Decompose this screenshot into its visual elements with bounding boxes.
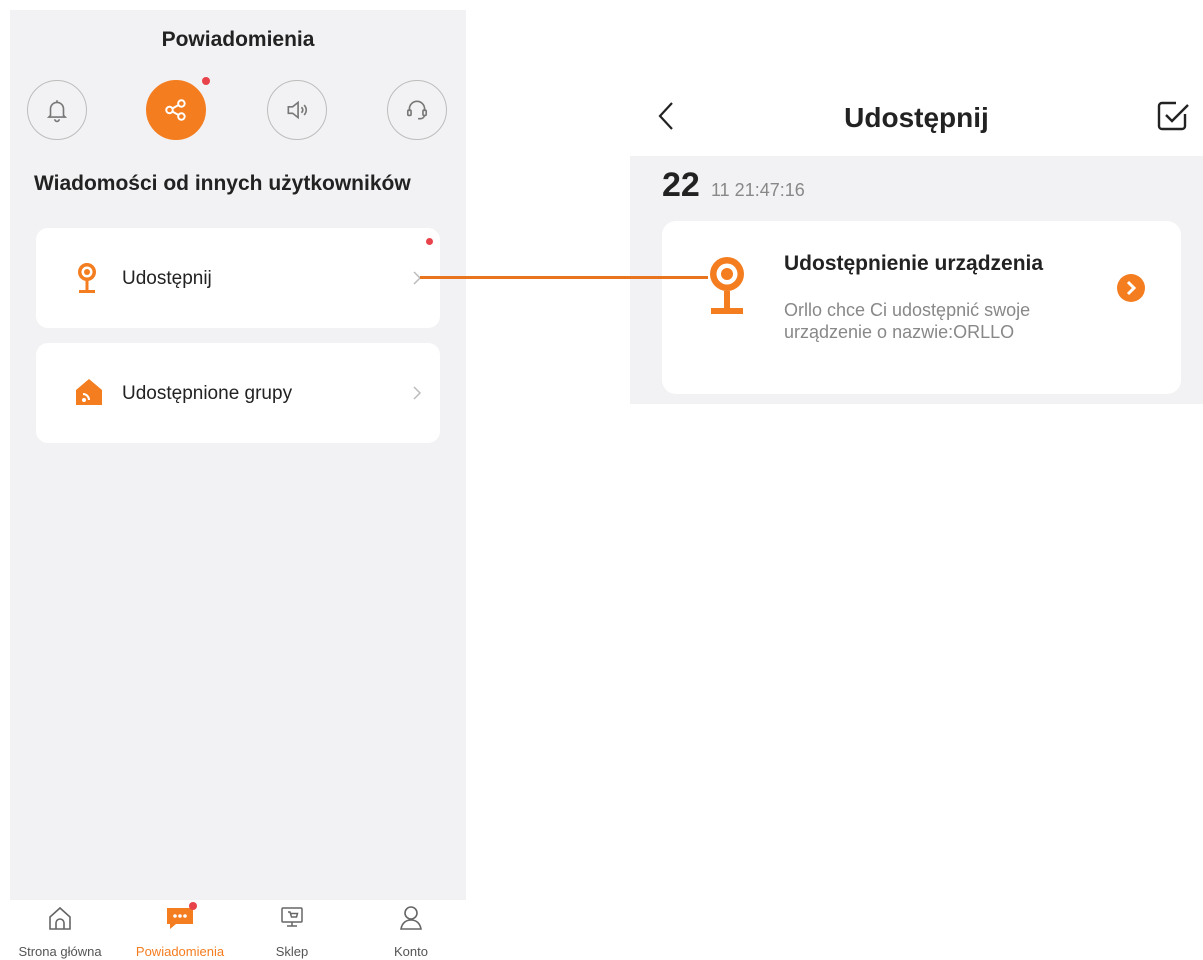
page-title: Udostępnij <box>844 102 989 133</box>
date-day: 22 <box>662 166 700 204</box>
date-time: 11 21:47:16 <box>711 180 805 200</box>
tab-store[interactable]: Sklep <box>232 900 352 960</box>
user-icon <box>400 906 422 930</box>
store-icon <box>281 907 303 927</box>
share-list: 22 11 21:47:16 Udostępnienie urządzenia … <box>630 156 1203 404</box>
tab-label: Strona główna <box>18 944 102 959</box>
tab-badge <box>189 902 197 910</box>
share-badge <box>202 77 210 85</box>
menu-item-share[interactable]: Udostępnij <box>36 228 440 328</box>
headset-icon <box>406 100 428 120</box>
share-icon <box>165 99 186 121</box>
tab-notifications[interactable]: Powiadomienia <box>120 900 240 960</box>
select-all-icon[interactable] <box>1155 98 1191 134</box>
tab-account[interactable]: Konto <box>351 900 471 960</box>
chevron-right-icon <box>413 386 422 400</box>
home-icon <box>49 906 71 930</box>
menu-item-label: Udostępnione grupy <box>122 383 293 404</box>
share-notification-card[interactable]: Udostępnienie urządzenia Orllo chce Ci u… <box>662 221 1181 394</box>
notification-title: Udostępnienie urządzenia <box>784 252 1044 275</box>
notifications-screen: Powiadomienia Wiadomości od innych użytk… <box>10 10 466 900</box>
speaker-icon <box>287 100 308 120</box>
tab-label: Konto <box>394 944 428 959</box>
share-category-button[interactable] <box>146 80 206 140</box>
speaker-category-button[interactable] <box>267 80 327 140</box>
bell-category-button[interactable] <box>27 80 87 140</box>
tab-label: Powiadomienia <box>135 944 225 959</box>
open-arrow-icon[interactable] <box>1116 273 1146 303</box>
tab-home[interactable]: Strona główna <box>0 900 120 960</box>
notification-body: Orllo chce Ci udostępnić swoje urządzeni… <box>784 300 1031 342</box>
bottom-tab-bar: Strona główna Powiadomienia Sklep Konto <box>0 900 470 960</box>
menu-item-shared-groups[interactable]: Udostępnione grupy <box>36 343 440 443</box>
section-title: Wiadomości od innych użytkowników <box>34 172 411 195</box>
share-header: Udostępnij <box>630 80 1203 156</box>
page-title: Powiadomienia <box>161 28 315 51</box>
camera-icon <box>710 257 744 314</box>
item-badge <box>426 238 433 245</box>
bell-icon <box>46 100 68 123</box>
tab-label: Sklep <box>275 944 309 959</box>
support-category-button[interactable] <box>387 80 447 140</box>
menu-item-label: Udostępnij <box>122 268 212 289</box>
connector-line <box>420 276 708 279</box>
camera-icon <box>78 263 96 293</box>
shared-home-icon <box>76 379 102 405</box>
